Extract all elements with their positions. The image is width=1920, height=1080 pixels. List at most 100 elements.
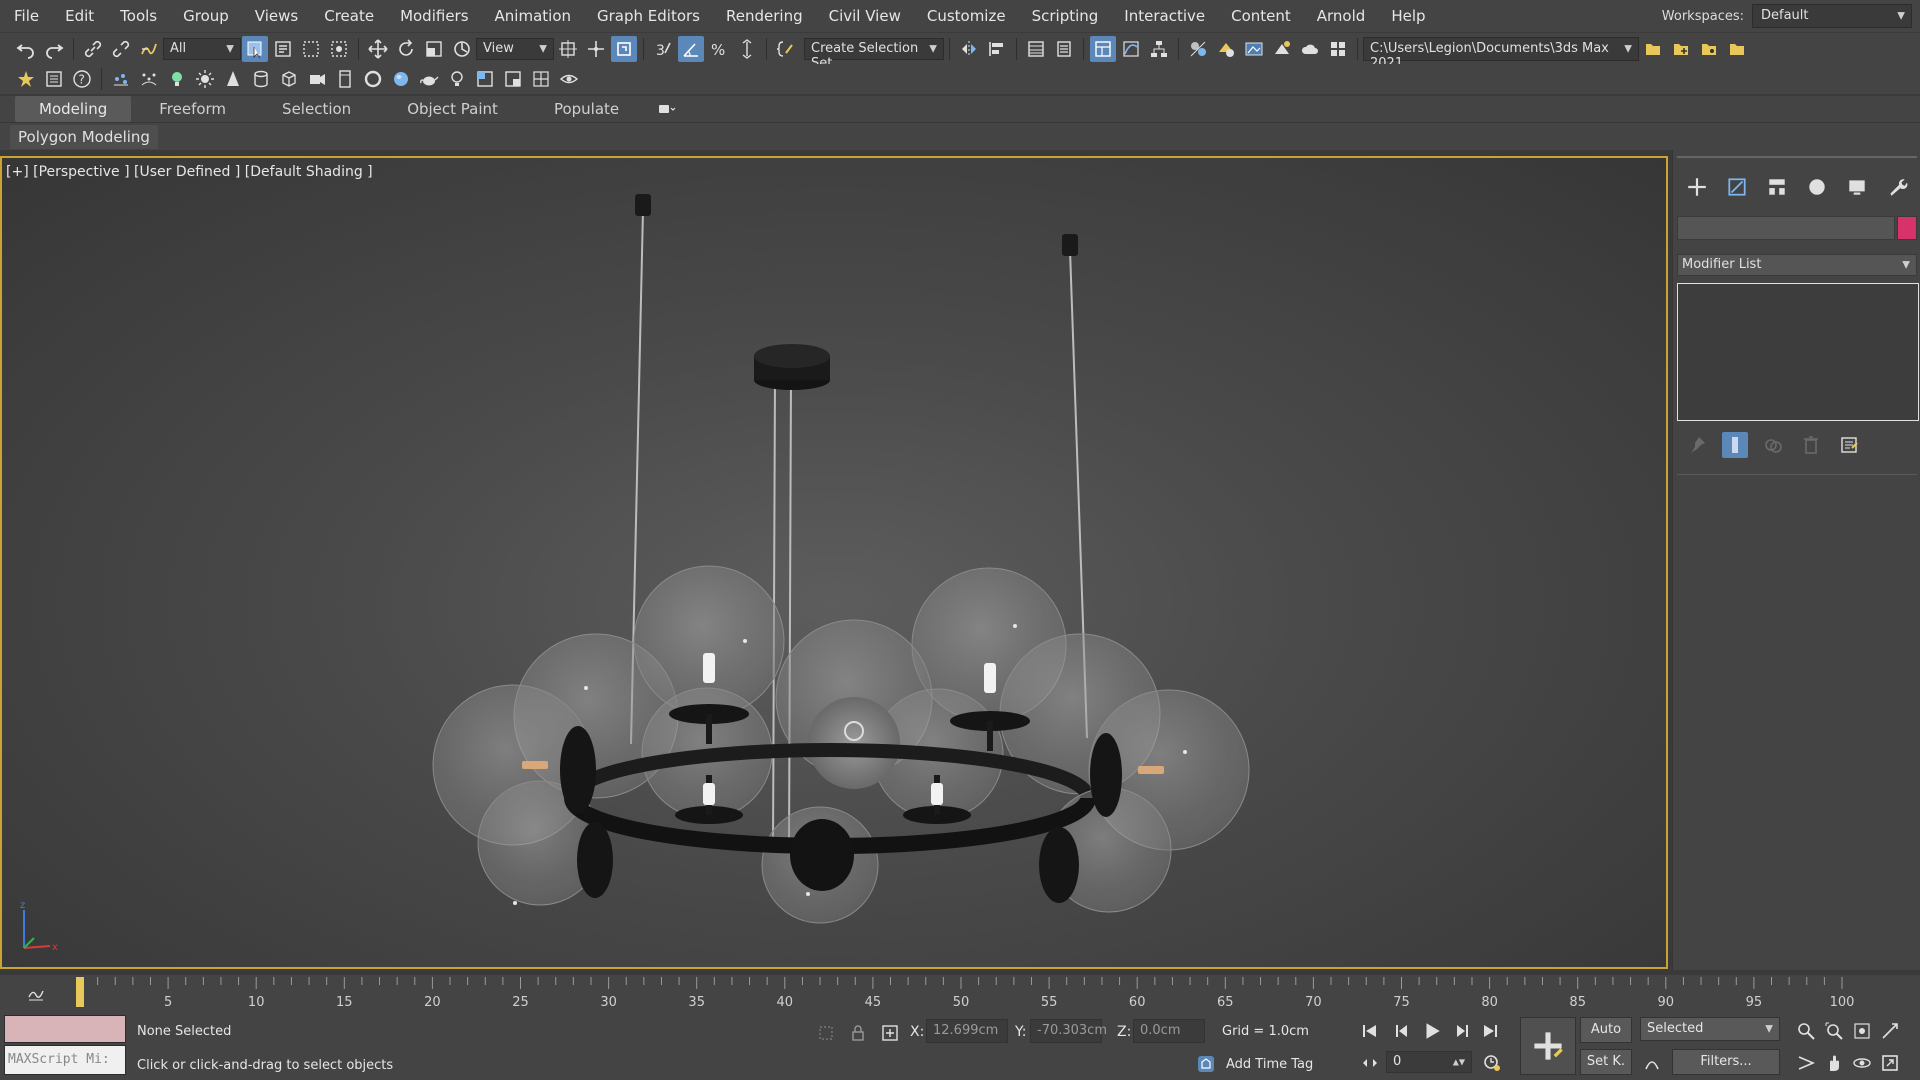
selection-filter-select[interactable]: All ▼ — [163, 37, 241, 60]
sphere-icon[interactable] — [388, 66, 414, 92]
rectangular-selection-region-icon[interactable] — [298, 36, 324, 62]
previous-frame-icon[interactable] — [1390, 1019, 1414, 1043]
z-coord-field[interactable]: 0.0cm — [1133, 1019, 1205, 1043]
time-slider-handle[interactable] — [76, 977, 84, 1007]
scene-list-icon[interactable] — [41, 66, 67, 92]
scale-icon[interactable] — [421, 36, 447, 62]
menu-item-graph-editors[interactable]: Graph Editors — [584, 0, 713, 32]
chandelier-model[interactable]: z x — [2, 158, 1666, 967]
motion-tab-icon[interactable] — [1804, 174, 1830, 200]
teapot-icon[interactable] — [416, 66, 442, 92]
tab-modeling[interactable]: Modeling — [15, 96, 132, 122]
y-coord-field[interactable]: -70.303cm — [1030, 1019, 1107, 1043]
menu-item-help[interactable]: Help — [1378, 0, 1438, 32]
mini-curve-editor-icon[interactable] — [23, 982, 49, 1008]
maxscript-listener-output[interactable] — [4, 1015, 126, 1043]
tab-populate[interactable]: Populate — [526, 96, 647, 122]
menu-item-edit[interactable]: Edit — [52, 0, 107, 32]
viewport-layout-icon[interactable] — [472, 66, 498, 92]
link-icon[interactable] — [80, 36, 106, 62]
scene-explorer-icon[interactable] — [1023, 36, 1049, 62]
maxscript-mini-listener-input[interactable]: MAXScript Mi: — [4, 1045, 126, 1075]
place-icon[interactable] — [449, 36, 475, 62]
play-icon[interactable] — [1418, 1017, 1446, 1045]
menu-item-modifiers[interactable]: Modifiers — [387, 0, 481, 32]
configure-modifier-sets-icon[interactable] — [1836, 432, 1862, 458]
angle-snap-icon[interactable] — [678, 35, 704, 62]
object-color-swatch[interactable] — [1897, 216, 1917, 240]
modifier-list-select[interactable]: Modifier List ▼ — [1677, 254, 1917, 276]
align-icon[interactable] — [984, 36, 1010, 62]
particle-view-icon[interactable] — [136, 66, 162, 92]
reference-coordinate-select[interactable]: View ▼ — [476, 37, 554, 60]
render-in-cloud-icon[interactable] — [1297, 36, 1323, 62]
timeline[interactable]: 5 10 15 20 25 30 35 40 45 50 55 60 65 70 75 80 85 90 95 100 — [0, 975, 1920, 1011]
move-icon[interactable] — [365, 36, 391, 62]
menu-item-animation[interactable]: Animation — [482, 0, 584, 32]
menu-item-arnold[interactable]: Arnold — [1304, 0, 1379, 32]
orbit-icon[interactable] — [1850, 1051, 1874, 1075]
workspace-select[interactable]: Default ▼ — [1752, 4, 1912, 28]
project-folder-select[interactable]: C:\Users\Legion\Documents\3ds Max 2021 ▼ — [1363, 36, 1639, 71]
gallery-icon[interactable] — [1325, 36, 1351, 62]
show-end-result-icon[interactable] — [1722, 432, 1748, 458]
zoom-extents-icon[interactable] — [1850, 1019, 1874, 1043]
viewport-config-icon[interactable] — [500, 66, 526, 92]
zoom-extents-all-icon[interactable] — [1878, 1019, 1902, 1043]
rotate-icon[interactable] — [393, 36, 419, 62]
bind-space-warp-icon[interactable] — [136, 36, 162, 62]
menu-item-file[interactable]: File — [0, 0, 52, 32]
go-to-end-icon[interactable] — [1478, 1019, 1502, 1043]
remove-modifier-trash-icon[interactable] — [1798, 432, 1824, 458]
menu-item-interactive[interactable]: Interactive — [1111, 0, 1218, 32]
absolute-mode-icon[interactable] — [878, 1021, 902, 1045]
project-settings-icon[interactable] — [1696, 36, 1722, 62]
camera-icon[interactable] — [304, 66, 330, 92]
add-time-tag[interactable]: Add Time Tag — [1192, 1051, 1313, 1077]
cone-icon[interactable] — [220, 66, 246, 92]
grid-icon[interactable] — [528, 66, 554, 92]
modifier-stack[interactable] — [1677, 283, 1919, 421]
helper-icon[interactable] — [332, 66, 358, 92]
project-create-icon[interactable] — [1668, 36, 1694, 62]
schematic-view-icon[interactable] — [1146, 36, 1172, 62]
sun-icon[interactable] — [192, 66, 218, 92]
menu-item-create[interactable]: Create — [311, 0, 387, 32]
zoom-all-icon[interactable] — [1822, 1019, 1846, 1043]
render-production-icon[interactable] — [1269, 36, 1295, 62]
unlink-icon[interactable] — [108, 36, 134, 62]
light-icon[interactable] — [164, 66, 190, 92]
toggle-ribbon-icon[interactable] — [1090, 35, 1116, 62]
menu-item-customize[interactable]: Customize — [914, 0, 1019, 32]
next-frame-icon[interactable] — [1450, 1019, 1474, 1043]
maximize-viewport-icon[interactable] — [1878, 1051, 1902, 1075]
rendered-frame-window-icon[interactable] — [1241, 36, 1267, 62]
time-ruler[interactable]: 5 10 15 20 25 30 35 40 45 50 55 60 65 70 75 80 85 90 95 100 — [70, 975, 1860, 1011]
object-name-input[interactable] — [1677, 216, 1895, 240]
current-frame-spinner[interactable]: 0 ▲▼ — [1386, 1051, 1472, 1073]
menu-item-scripting[interactable]: Scripting — [1019, 0, 1112, 32]
key-filter-select[interactable]: Selected ▼ — [1640, 1017, 1780, 1041]
render-setup-icon[interactable] — [1213, 36, 1239, 62]
modify-tab-icon[interactable] — [1724, 174, 1750, 200]
field-of-view-icon[interactable] — [1794, 1051, 1818, 1075]
box-icon[interactable] — [276, 66, 302, 92]
project-folder-icon[interactable] — [1724, 36, 1750, 62]
pivot-center-icon[interactable] — [555, 36, 581, 62]
menu-item-rendering[interactable]: Rendering — [713, 0, 816, 32]
select-and-manipulate-icon[interactable] — [583, 36, 609, 62]
key-tangent-icon[interactable] — [1640, 1051, 1664, 1075]
time-configuration-icon[interactable] — [1480, 1051, 1504, 1075]
menu-item-views[interactable]: Views — [242, 0, 311, 32]
perspective-viewport[interactable]: [+] [Perspective ] [User Defined ] [Defa… — [0, 156, 1668, 969]
polygon-modeling-panel[interactable]: Polygon Modeling — [10, 125, 158, 149]
select-by-name-icon[interactable] — [270, 36, 296, 62]
keyboard-shortcut-override-icon[interactable] — [611, 35, 637, 62]
eye-icon[interactable] — [556, 66, 582, 92]
undo-icon[interactable] — [13, 36, 39, 62]
cylinder-icon[interactable] — [248, 66, 274, 92]
layer-explorer-icon[interactable] — [1051, 36, 1077, 62]
isolate-selection-icon[interactable] — [814, 1021, 838, 1045]
tab-freeform[interactable]: Freeform — [131, 96, 254, 122]
auto-key-button[interactable]: Auto — [1580, 1017, 1632, 1043]
